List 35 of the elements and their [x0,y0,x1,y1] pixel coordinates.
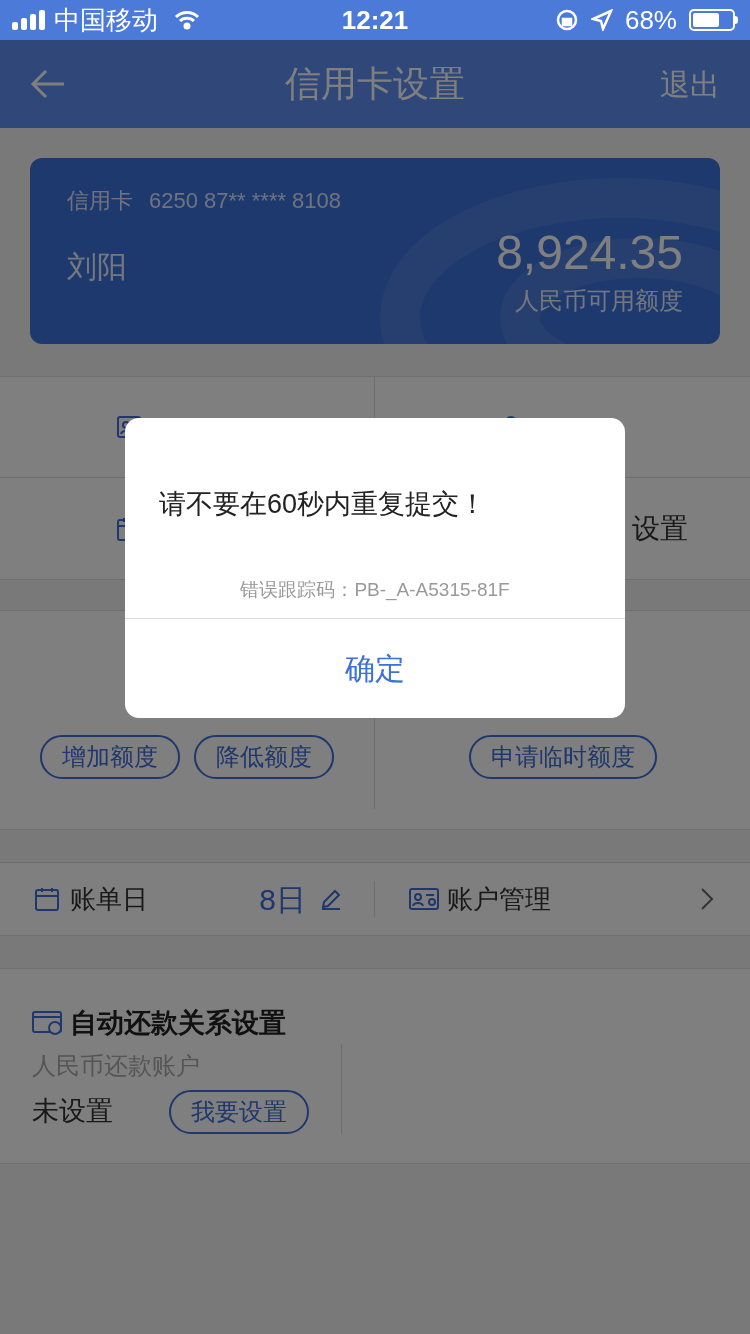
back-arrow-icon[interactable] [30,69,66,99]
clock-time: 12:21 [341,3,409,37]
autopay-status: 未设置 [32,1095,113,1129]
logout-button[interactable]: 退出 [660,61,720,107]
limit-button[interactable]: 申请临时额度 [468,735,657,779]
setup-button[interactable]: 我要设置 [169,1089,309,1134]
cardholder-name: 刘阳 [67,249,127,285]
page-title: 信用卡设置 [285,62,465,106]
account-management-label: 账户管理 [447,882,551,916]
wifi-icon [174,10,200,30]
limit-button[interactable]: 增加额度 [40,735,180,779]
menu-label[interactable]: 设置 [632,507,688,550]
battery-icon [689,9,738,31]
billing-day-label: 账单日 [70,882,148,916]
card-type: 信用卡 [67,187,133,215]
card-payment-icon [32,1010,64,1037]
location-arrow-icon [590,9,613,31]
chevron-right-icon [700,887,714,911]
limit-button[interactable]: 降低额度 [194,735,334,779]
confirm-button[interactable]: 确定 [125,618,625,718]
card-number: 6250 87** **** 8108 [149,187,342,215]
carrier-name: 中国移动 [54,3,158,37]
signal-icon [12,10,46,30]
alert-message: 请不要在60秒内重复提交！ [158,488,488,521]
edit-pencil-icon[interactable] [320,888,342,910]
billing-day-value: 8日 [259,881,306,918]
available-credit-amount: 8,924.35 [496,225,683,281]
account-management-row[interactable]: 账户管理 [375,879,750,919]
id-card-icon [409,887,439,911]
available-credit-label: 人民币可用额度 [515,286,683,316]
autopay-title: 自动还款关系设置 [70,1007,286,1040]
rotation-lock-icon [554,8,579,32]
error-trace-code: 错误跟踪码：PB-_A-A5315-81F [239,577,511,603]
battery-percent: 68% [624,3,677,37]
calendar-icon [34,886,60,912]
